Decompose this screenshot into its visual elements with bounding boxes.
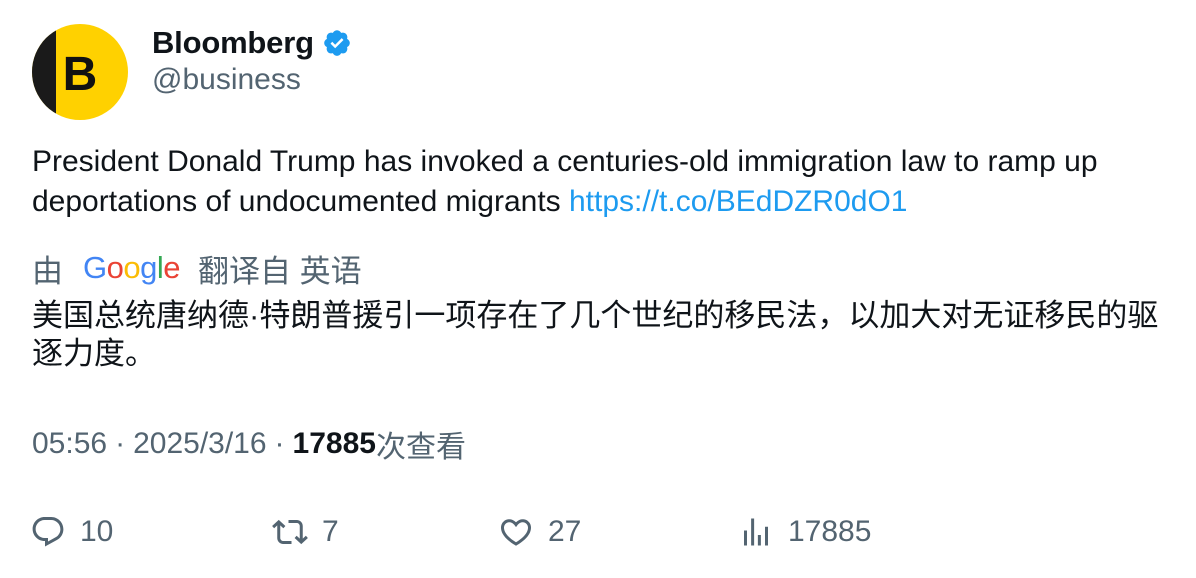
tweet-meta: 05:56 · 2025/3/16 · 17885 次查看 [32,424,466,464]
views-action-count: 17885 [788,515,872,548]
meta-separator-1: · [115,427,126,460]
tweet-time[interactable]: 05:56 [32,427,107,461]
action-bar: 10 7 27 17885 [30,508,1170,556]
like-button[interactable]: 27 [498,508,581,556]
avatar-letter: B [63,48,98,101]
translation-prefix: 由 [32,253,63,289]
translated-text: 美国总统唐纳德·特朗普援引一项存在了几个世纪的移民法，以加大对无证移民的驱逐力度… [32,298,1159,371]
author-name-row: Bloomberg [152,24,352,62]
tweet-link[interactable]: https://t.co/BEdDZR0dO1 [569,185,907,218]
views-button[interactable]: 17885 [738,508,871,556]
views-count: 17885 [292,427,376,460]
tweet-date[interactable]: 2025/3/16 [133,427,266,461]
reply-icon [32,517,64,547]
like-count: 27 [548,515,582,548]
translation-attribution: 由 Google 翻译自 英语 [32,248,362,289]
author-avatar[interactable]: B [32,24,128,120]
translation-suffix: 翻译自 英语 [198,253,362,289]
retweet-count: 7 [322,515,339,548]
tweet-body: President Donald Trump has invoked a cen… [32,145,1098,218]
reply-button[interactable]: 10 [30,508,113,556]
author-display-name[interactable]: Bloomberg [152,25,314,61]
retweet-button[interactable]: 7 [272,508,339,556]
meta-separator-2: · [274,427,285,460]
author-handle[interactable]: @business [152,63,301,97]
retweet-icon [272,519,308,545]
tweet-text: President Donald Trump has invoked a cen… [32,142,1172,222]
verified-badge-icon [322,28,352,58]
views-label: 次查看 [375,431,466,464]
analytics-icon [744,518,768,546]
reply-count: 10 [80,515,114,548]
google-logo: Google [83,250,181,285]
heart-icon [500,519,532,546]
